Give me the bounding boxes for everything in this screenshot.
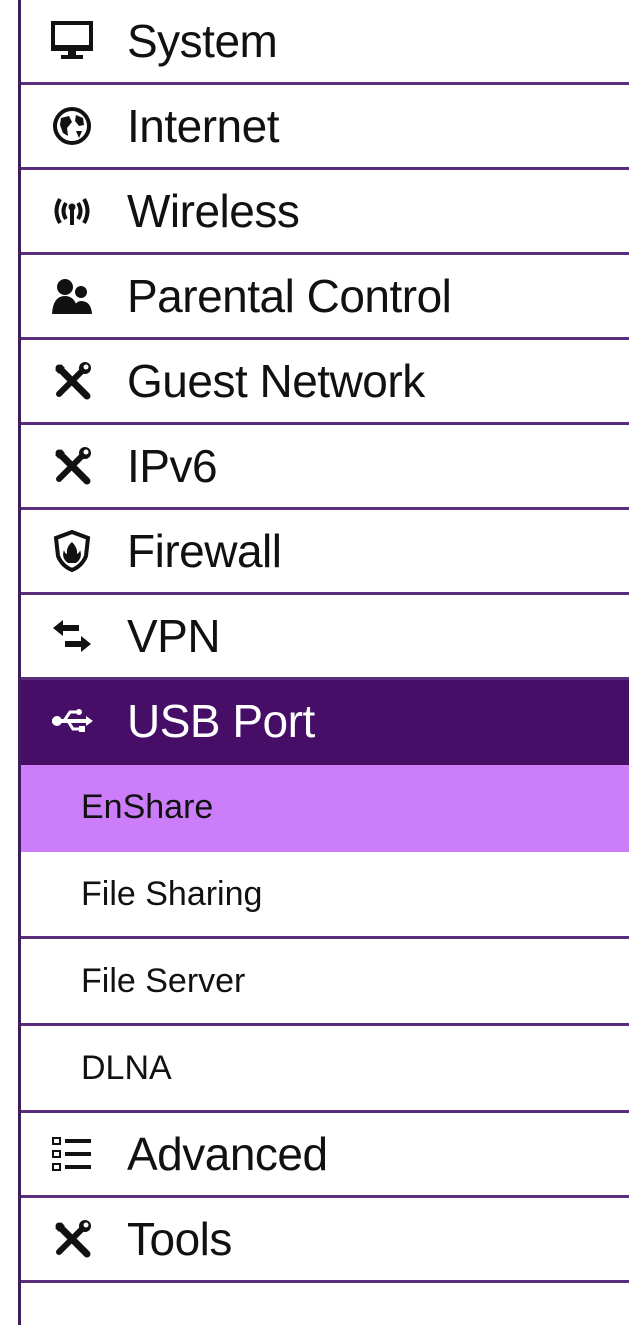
- wireless-icon: [45, 189, 99, 233]
- tools-icon: [45, 1217, 99, 1261]
- submenu-item-label: File Server: [81, 961, 246, 1000]
- list-icon: [45, 1132, 99, 1176]
- tools-icon: [45, 444, 99, 488]
- menu-item-label: System: [127, 15, 278, 67]
- menu-item-vpn[interactable]: VPN: [21, 595, 629, 680]
- submenu-item-file-sharing[interactable]: File Sharing: [21, 852, 629, 939]
- menu-item-label: Tools: [127, 1213, 232, 1265]
- menu-item-advanced[interactable]: Advanced: [21, 1113, 629, 1198]
- globe-icon: [45, 104, 99, 148]
- menu-item-label: Wireless: [127, 185, 300, 237]
- submenu-item-label: File Sharing: [81, 874, 263, 913]
- menu-item-label: Parental Control: [127, 270, 452, 322]
- menu-item-system[interactable]: System: [21, 0, 629, 85]
- arrows-icon: [45, 614, 99, 658]
- menu-item-label: Guest Network: [127, 355, 425, 407]
- submenu-item-label: DLNA: [81, 1048, 172, 1087]
- menu-item-label: IPv6: [127, 440, 218, 492]
- submenu-item-enshare[interactable]: EnShare: [21, 765, 629, 852]
- menu-item-tools[interactable]: Tools: [21, 1198, 629, 1283]
- menu-item-wireless[interactable]: Wireless: [21, 170, 629, 255]
- usb-icon: [45, 699, 99, 743]
- menu-item-internet[interactable]: Internet: [21, 85, 629, 170]
- submenu-item-label: EnShare: [81, 787, 214, 826]
- users-icon: [45, 274, 99, 318]
- submenu-item-file-server[interactable]: File Server: [21, 939, 629, 1026]
- menu-item-label: Firewall: [127, 525, 282, 577]
- menu-item-parental-control[interactable]: Parental Control: [21, 255, 629, 340]
- side-menu: System Internet Wireless Parental Contro…: [21, 0, 629, 1283]
- menu-item-label: Internet: [127, 100, 280, 152]
- menu-item-firewall[interactable]: Firewall: [21, 510, 629, 595]
- menu-item-ipv6[interactable]: IPv6: [21, 425, 629, 510]
- shield-icon: [45, 529, 99, 573]
- monitor-icon: [45, 19, 99, 63]
- menu-item-label: VPN: [127, 610, 221, 662]
- tools-icon: [45, 359, 99, 403]
- menu-item-label: Advanced: [127, 1128, 328, 1180]
- menu-item-label: USB Port: [127, 695, 315, 747]
- menu-item-guest-network[interactable]: Guest Network: [21, 340, 629, 425]
- submenu-item-dlna[interactable]: DLNA: [21, 1026, 629, 1113]
- menu-item-usb-port[interactable]: USB Port: [21, 680, 629, 765]
